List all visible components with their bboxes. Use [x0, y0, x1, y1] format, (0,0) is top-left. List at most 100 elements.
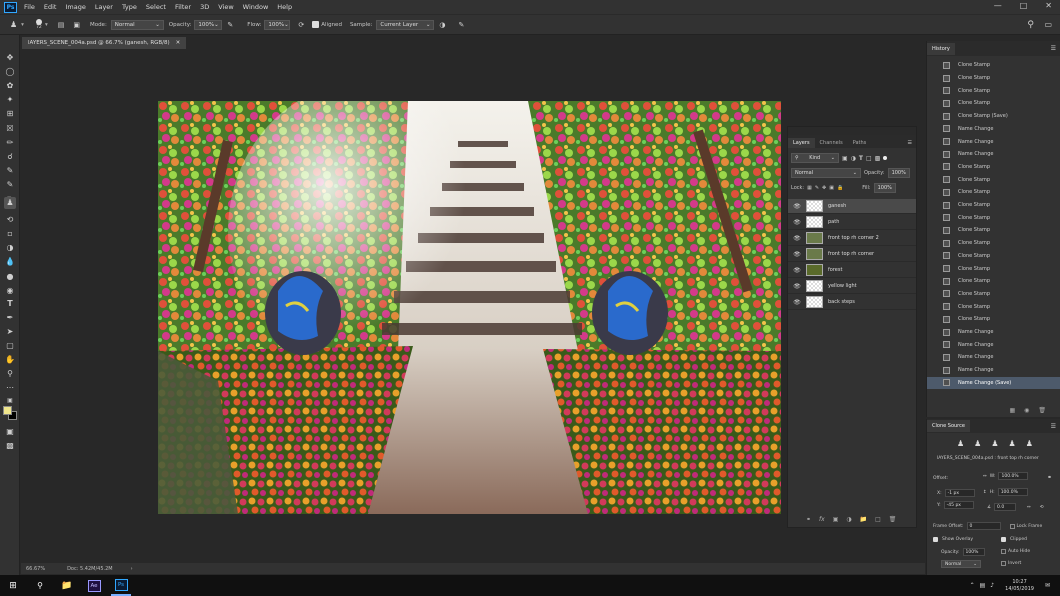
foreground-color-swatch[interactable]	[3, 406, 12, 415]
filter-shape-icon[interactable]: □	[866, 155, 872, 162]
visibility-eye-icon[interactable]: 👁	[792, 251, 802, 258]
offset-x-input[interactable]: -1 px	[944, 489, 975, 497]
mode-select[interactable]: Normal ⌄	[110, 19, 164, 30]
auto-hide-checkbox[interactable]: Auto Hide	[1001, 549, 1030, 554]
menu-file[interactable]: File	[24, 3, 35, 11]
dodge-tool-icon[interactable]: ●	[4, 271, 16, 283]
windows-start-icon[interactable]: ⊞	[3, 575, 23, 596]
lock-all-icon[interactable]: 🔒	[837, 185, 843, 191]
visibility-eye-icon[interactable]: 👁	[792, 267, 802, 274]
panel-menu-icon[interactable]: ☰	[908, 140, 912, 148]
workspace-icon[interactable]: ▭	[1044, 20, 1052, 29]
tab-history[interactable]: History	[927, 42, 955, 55]
hand-tool-icon[interactable]: ✋	[4, 354, 16, 366]
clock[interactable]: 10:27 14/05/2019	[1005, 579, 1034, 593]
history-item[interactable]: Clone Stamp	[927, 224, 1060, 237]
trash-icon[interactable]: 🗑	[1038, 407, 1046, 414]
panel-menu-icon[interactable]: ☰	[1051, 423, 1056, 430]
fx-icon[interactable]: fx	[819, 516, 825, 523]
maximize-icon[interactable]: □	[1020, 1, 1028, 10]
document-tab[interactable]: lAYERS_SCENE_004a.psd @ 66.7% (ganesh, R…	[22, 37, 187, 49]
history-item[interactable]: Clone Stamp	[927, 97, 1060, 110]
history-item[interactable]: Clone Stamp	[927, 275, 1060, 288]
filter-kind-select[interactable]: ⚲ Kind ⌄	[791, 153, 839, 163]
reset-transform-icon[interactable]: ⟲	[1040, 505, 1044, 510]
panel-collapse-bar[interactable]	[788, 127, 916, 135]
eyedropper-tool-icon[interactable]: ✏	[4, 137, 16, 149]
link-icon[interactable]: ⚭	[806, 516, 811, 523]
visibility-eye-icon[interactable]: 👁	[792, 203, 802, 210]
menu-help[interactable]: Help	[277, 3, 292, 11]
panel-menu-icon[interactable]: ☰	[1051, 45, 1056, 52]
history-item[interactable]: Clone Stamp	[927, 237, 1060, 250]
lock-position-icon[interactable]: ✥	[822, 185, 826, 191]
opacity-input[interactable]: 100% ⌄	[194, 19, 223, 30]
layer-row-front-top-rh-corner-2[interactable]: 👁 front top rh corner 2	[788, 231, 916, 246]
invert-checkbox[interactable]: Invert	[1001, 561, 1021, 566]
visibility-eye-icon[interactable]: 👁	[792, 235, 802, 242]
history-item[interactable]: Name Change	[927, 326, 1060, 339]
type-tool-icon[interactable]: T	[4, 298, 16, 310]
artwork-canvas[interactable]	[158, 101, 781, 514]
clone-source-3-icon[interactable]: ♟	[991, 439, 998, 448]
flow-input[interactable]: 100% ⌄	[264, 19, 291, 30]
notifications-icon[interactable]: ✉	[1045, 582, 1050, 589]
close-icon[interactable]: ✕	[1045, 1, 1052, 10]
pressure-opacity-icon[interactable]: ✎	[227, 21, 233, 29]
menu-type[interactable]: Type	[122, 3, 137, 11]
layer-row-back-steps[interactable]: 👁 back steps	[788, 295, 916, 310]
filter-toggle-icon[interactable]	[883, 156, 888, 160]
zoom-tool-icon[interactable]: ⚲	[4, 368, 16, 380]
search-icon[interactable]: ⚲	[1027, 20, 1034, 30]
history-item[interactable]: Name Change	[927, 351, 1060, 364]
new-layer-icon[interactable]: □	[875, 516, 881, 523]
tab-layers[interactable]: Layers	[788, 138, 815, 148]
history-item[interactable]: Name Change	[927, 364, 1060, 377]
history-item[interactable]: Clone Stamp	[927, 84, 1060, 97]
after-effects-taskbar-item[interactable]: Ae	[84, 575, 104, 596]
offset-y-input[interactable]: -45 px	[943, 501, 974, 509]
history-item[interactable]: Clone Stamp	[927, 199, 1060, 212]
history-item[interactable]: Clone Stamp	[927, 300, 1060, 313]
frame-tool-icon[interactable]: ☒	[4, 123, 16, 135]
menu-image[interactable]: Image	[65, 3, 85, 11]
pressure-size-icon[interactable]: ✎	[459, 21, 465, 29]
history-item[interactable]: Clone Stamp	[927, 173, 1060, 186]
zoom-level[interactable]: 66.67%	[26, 566, 45, 572]
path-selection-tool-icon[interactable]: ➤	[4, 326, 16, 338]
healing-brush-tool-icon[interactable]: ☌	[4, 151, 16, 163]
history-item[interactable]: Clone Stamp	[927, 211, 1060, 224]
overlay-opacity-input[interactable]: 100%	[962, 548, 985, 556]
history-item[interactable]: Name Change	[927, 338, 1060, 351]
visibility-eye-icon[interactable]: 👁	[792, 283, 802, 290]
visibility-eye-icon[interactable]: 👁	[792, 219, 802, 226]
history-item[interactable]: Clone Stamp	[927, 313, 1060, 326]
history-brush-icon[interactable]: ⟲	[4, 214, 16, 226]
menu-layer[interactable]: Layer	[95, 3, 113, 11]
layer-row-front-top-rh-corner[interactable]: 👁 front top rh corner	[788, 247, 916, 262]
flip-icon[interactable]: ↔	[1027, 505, 1031, 510]
clone-stamp-tool-icon[interactable]: ♟	[4, 197, 16, 209]
history-item[interactable]: Clone Stamp	[927, 262, 1060, 275]
adjustment-icon[interactable]: ◑	[846, 516, 851, 523]
brush-dropdown-icon[interactable]: ▾	[45, 22, 48, 28]
overlay-mode-select[interactable]: Normal ⌄	[941, 560, 981, 568]
eraser-tool-icon[interactable]: ▫	[4, 228, 16, 240]
menu-view[interactable]: View	[218, 3, 233, 11]
mask-icon[interactable]: ▣	[833, 516, 839, 523]
group-icon[interactable]: 📁	[860, 516, 867, 523]
clone-source-2-icon[interactable]: ♟	[974, 439, 981, 448]
menu-window[interactable]: Window	[243, 3, 269, 11]
pen-tool-icon[interactable]: ✒	[4, 312, 16, 324]
lock-transparency-icon[interactable]: ▦	[807, 185, 812, 191]
show-overlay-checkbox[interactable]: Show Overlay	[933, 537, 973, 542]
sample-select[interactable]: Current Layer ⌄	[376, 19, 435, 30]
snapshot-camera-icon[interactable]: ◉	[1024, 407, 1029, 414]
tab-paths[interactable]: Paths	[848, 138, 872, 148]
ignore-adjustment-layers-icon[interactable]: ◑	[439, 21, 445, 29]
menu-3d[interactable]: 3D	[200, 3, 209, 11]
close-tab-icon[interactable]: ✕	[176, 40, 181, 46]
paint-bucket-tool-icon[interactable]: ◑	[4, 242, 16, 254]
pencil-tool-icon[interactable]: ✎	[4, 179, 16, 191]
airbrush-icon[interactable]: ⟳	[298, 21, 304, 29]
